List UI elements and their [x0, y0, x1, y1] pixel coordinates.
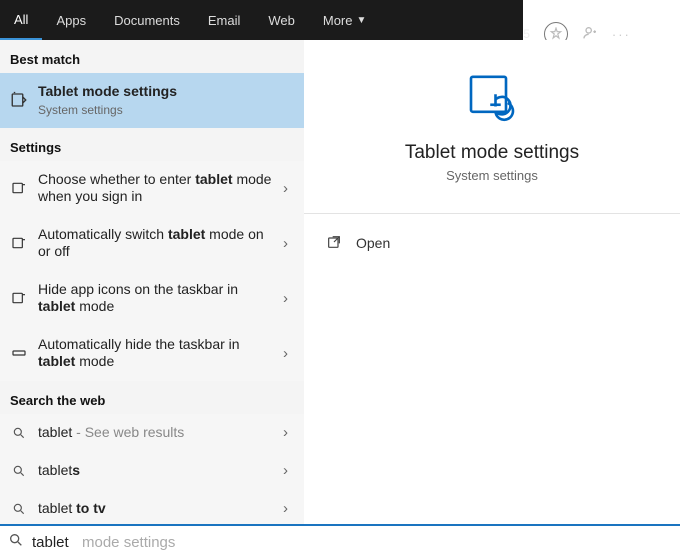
divider — [304, 213, 680, 214]
section-web: Search the web — [0, 381, 304, 414]
detail-panel: Tablet mode settings System settings Ope… — [304, 40, 680, 524]
web-suggestion[interactable]: tablets › — [0, 452, 304, 490]
settings-item-label: Automatically hide the taskbar in tablet… — [38, 336, 273, 371]
web-suggestion-label: tablet to tv — [38, 500, 273, 518]
chevron-right-icon: › — [283, 180, 294, 197]
settings-item[interactable]: Choose whether to enter tablet mode when… — [0, 161, 304, 216]
open-label: Open — [356, 235, 390, 251]
settings-item-label: Hide app icons on the taskbar in tablet … — [38, 281, 273, 316]
chevron-down-icon: ▼ — [356, 15, 366, 26]
web-suggestion[interactable]: tablet - See web results › — [0, 414, 304, 452]
search-icon — [10, 500, 28, 518]
open-action[interactable]: Open — [304, 228, 680, 258]
reward-count: 5 — [523, 27, 530, 41]
best-match-item[interactable]: Tablet mode settings System settings — [0, 73, 304, 128]
tab-more[interactable]: More▼ — [309, 0, 381, 40]
tablet-icon — [10, 289, 28, 307]
tablet-icon — [10, 234, 28, 252]
search-icon — [8, 532, 26, 552]
tablet-settings-icon — [10, 91, 28, 109]
search-ghost-suggestion: mode settings — [82, 534, 175, 551]
open-icon — [326, 234, 342, 253]
detail-subtitle: System settings — [304, 168, 680, 183]
best-match-subtitle: System settings — [38, 103, 294, 118]
settings-item[interactable]: Hide app icons on the taskbar in tablet … — [0, 271, 304, 326]
tab-web[interactable]: Web — [254, 0, 309, 40]
web-suggestion-label: tablets — [38, 462, 273, 480]
settings-item-label: Choose whether to enter tablet mode when… — [38, 171, 273, 206]
chevron-right-icon: › — [283, 235, 294, 252]
web-suggestion[interactable]: tablet to tv › — [0, 490, 304, 525]
chevron-right-icon: › — [283, 500, 294, 517]
section-settings: Settings — [0, 128, 304, 161]
tab-documents[interactable]: Documents — [100, 0, 194, 40]
search-box[interactable]: mode settings — [0, 524, 680, 558]
detail-title: Tablet mode settings — [304, 142, 680, 164]
chevron-right-icon: › — [283, 462, 294, 479]
search-input[interactable] — [32, 534, 82, 551]
settings-item-label: Automatically switch tablet mode on or o… — [38, 226, 273, 261]
chevron-right-icon: › — [283, 345, 294, 362]
tablet-mode-icon — [464, 68, 520, 124]
chevron-right-icon: › — [283, 290, 294, 307]
results-panel: Best match Tablet mode settings System s… — [0, 40, 304, 524]
search-filter-tabs: All Apps Documents Email Web More▼ 5 ··· — [0, 0, 680, 40]
search-icon — [10, 424, 28, 442]
taskbar-icon — [10, 344, 28, 362]
web-suggestion-label: tablet - See web results — [38, 424, 273, 442]
section-best-match: Best match — [0, 40, 304, 73]
tablet-icon — [10, 179, 28, 197]
search-icon — [10, 462, 28, 480]
chevron-right-icon: › — [283, 424, 294, 441]
tab-apps[interactable]: Apps — [42, 0, 100, 40]
tab-all[interactable]: All — [0, 0, 42, 40]
settings-item[interactable]: Automatically hide the taskbar in tablet… — [0, 326, 304, 381]
best-match-title: Tablet mode settings — [38, 83, 294, 101]
tab-email[interactable]: Email — [194, 0, 255, 40]
settings-item[interactable]: Automatically switch tablet mode on or o… — [0, 216, 304, 271]
